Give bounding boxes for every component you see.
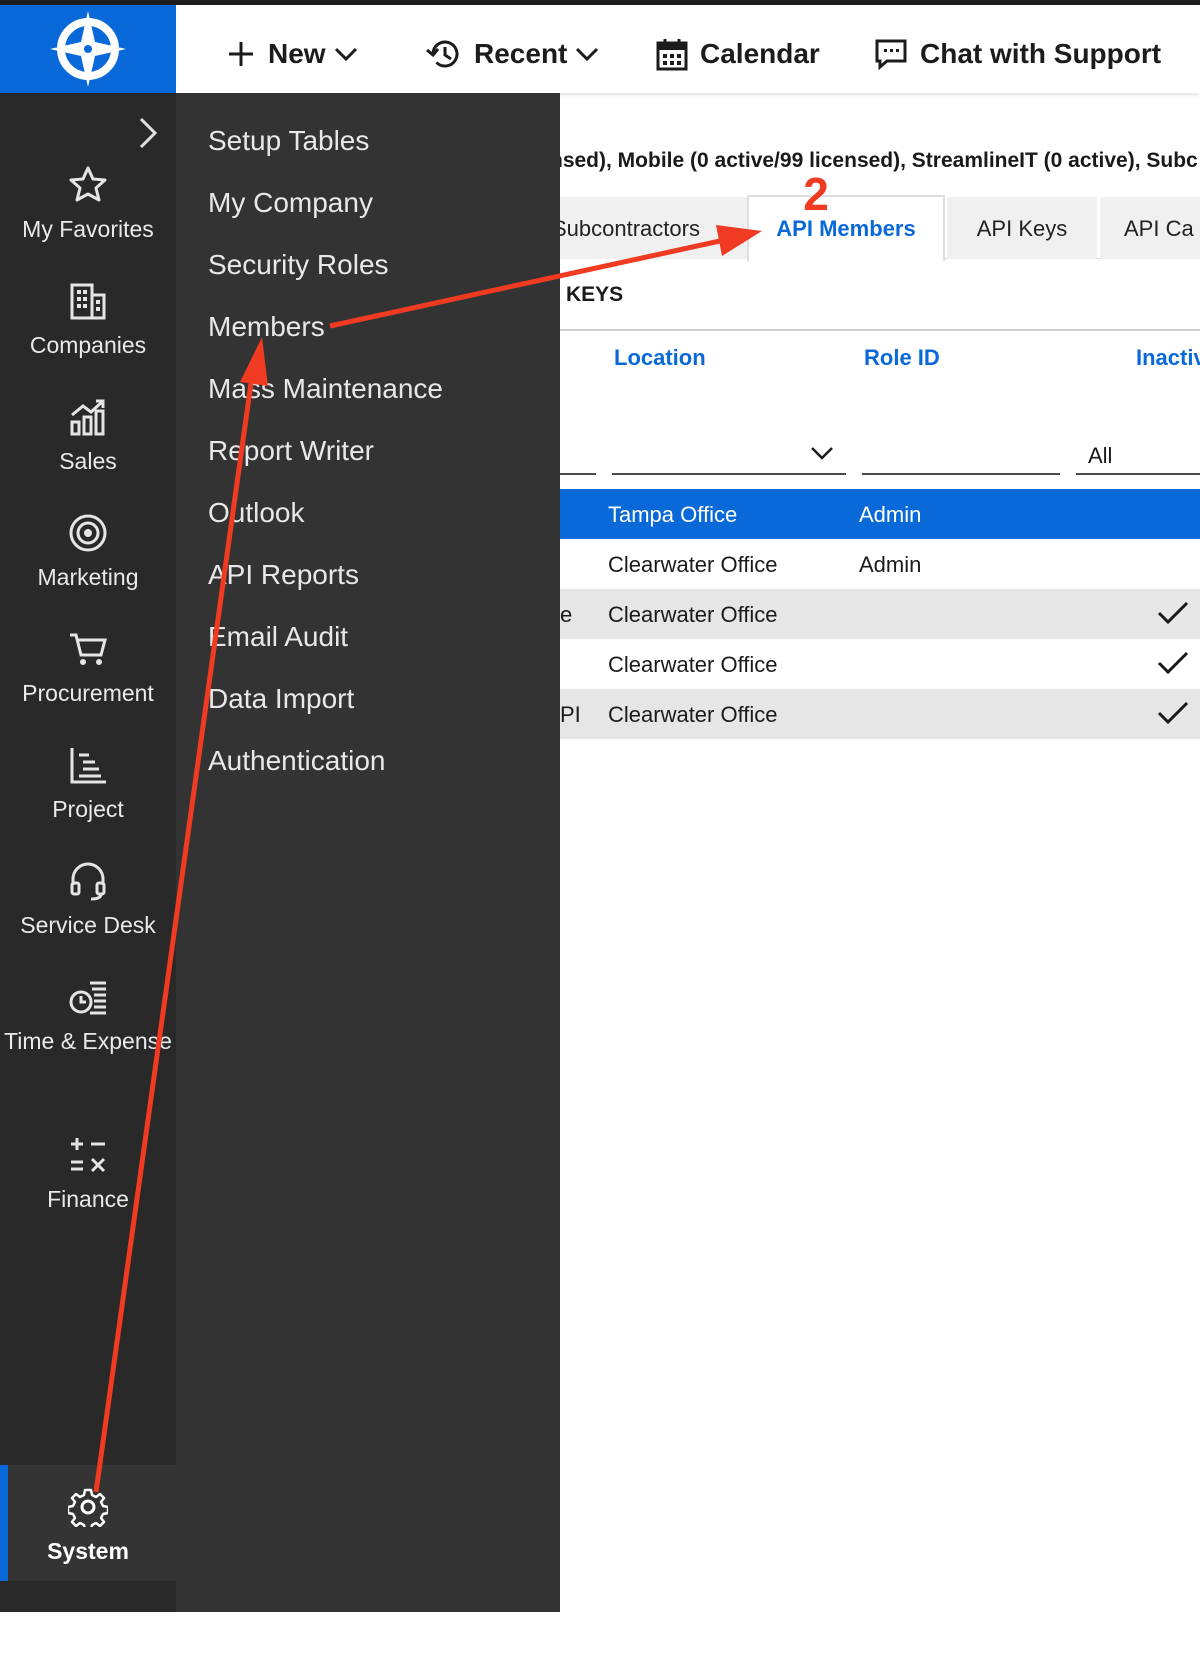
- sidebar-item-system[interactable]: System: [0, 1465, 176, 1581]
- table-cell-location: Tampa Office: [608, 502, 738, 527]
- table-cell: e: [560, 602, 573, 627]
- target-icon: [69, 514, 107, 552]
- menu-item-my-company[interactable]: My Company: [208, 183, 373, 223]
- chevron-down-icon: [811, 447, 833, 460]
- main-content: nsed), Mobile (0 active/99 licensed), St…: [560, 93, 1200, 1612]
- time-expense-icon: [69, 981, 106, 1015]
- sales-chart-icon: [70, 399, 105, 436]
- cart-icon: [70, 633, 107, 665]
- tab-bar: Subcontractors API Members API Keys API …: [560, 195, 1200, 261]
- recent-label: Recent: [474, 38, 568, 69]
- menu-item-setup-tables[interactable]: Setup Tables: [208, 121, 369, 161]
- table-row[interactable]: Clearwater Office: [560, 639, 1200, 689]
- table-cell-location: Clearwater Office: [608, 652, 778, 677]
- sidebar-item-procurement[interactable]: Procurement: [0, 629, 176, 709]
- calendar-icon: [656, 39, 688, 71]
- sidebar-item-label: Time & Expense: [4, 1028, 172, 1054]
- tab-api-members[interactable]: API Members: [747, 195, 945, 261]
- menu-item-outlook[interactable]: Outlook: [208, 493, 305, 533]
- sidebar-item-label: Finance: [47, 1186, 129, 1212]
- sidebar-item-my-favorites[interactable]: My Favorites: [0, 165, 176, 245]
- table-row[interactable]: Clearwater Office Admin: [560, 539, 1200, 589]
- chevron-right-icon: [139, 117, 158, 149]
- section-divider: [560, 329, 1200, 331]
- menu-item-mass-maintenance[interactable]: Mass Maintenance: [208, 369, 443, 409]
- chevron-down-icon: [334, 47, 357, 62]
- headset-icon: [70, 862, 106, 901]
- tab-api-keys[interactable]: API Keys: [947, 197, 1097, 259]
- table-row[interactable]: PI Clearwater Office: [560, 689, 1200, 739]
- star-icon: [69, 166, 107, 202]
- filter-field[interactable]: [560, 433, 596, 475]
- column-header-inactive[interactable]: Inactiv: [1136, 345, 1200, 371]
- license-summary: nsed), Mobile (0 active/99 licensed), St…: [560, 149, 1198, 172]
- tab-api-ca[interactable]: API Ca: [1100, 197, 1200, 259]
- table-cell-role-id: Admin: [859, 552, 922, 577]
- table-cell-role-id: Admin: [859, 502, 922, 527]
- chat-icon: [875, 39, 907, 71]
- system-flyout-menu: Setup Tables My Company Security Roles M…: [176, 93, 560, 1612]
- section-title: KEYS: [566, 283, 624, 306]
- inactive-filter-value: All: [1088, 443, 1113, 468]
- recent-menu-button[interactable]: Recent: [424, 25, 599, 83]
- sidebar-item-label: Companies: [29, 332, 147, 358]
- sidebar-item-label: Service Desk: [20, 912, 156, 938]
- sidebar-item-finance[interactable]: Finance: [0, 1135, 176, 1215]
- menu-item-security-roles[interactable]: Security Roles: [208, 245, 389, 285]
- finance-icon: [71, 1138, 106, 1173]
- calendar-label: Calendar: [700, 38, 820, 69]
- menu-item-report-writer[interactable]: Report Writer: [208, 431, 374, 471]
- active-indicator: [0, 1465, 8, 1581]
- sidebar-item-label: Sales: [59, 448, 117, 474]
- menu-item-data-import[interactable]: Data Import: [208, 679, 354, 719]
- menu-item-authentication[interactable]: Authentication: [208, 741, 385, 781]
- project-icon: [70, 748, 106, 784]
- menu-item-api-reports[interactable]: API Reports: [208, 555, 359, 595]
- expand-nav-button[interactable]: [133, 113, 163, 153]
- chevron-down-icon: [576, 47, 599, 62]
- building-icon: [70, 283, 106, 320]
- app-logo[interactable]: [0, 5, 176, 93]
- menu-item-members[interactable]: Members: [208, 307, 325, 347]
- calendar-button[interactable]: Calendar: [656, 25, 820, 83]
- left-navigation: My Favorites Companies Sales Marketing P…: [0, 93, 176, 1612]
- sidebar-item-project[interactable]: Project: [0, 745, 176, 825]
- column-header-location[interactable]: Location: [614, 345, 706, 371]
- top-bar: New Recent Calendar Chat with Support: [0, 0, 1200, 93]
- checkmark-icon: [1157, 701, 1189, 725]
- filter-row: All: [560, 393, 1200, 483]
- location-filter-select[interactable]: [612, 433, 846, 475]
- chat-support-button[interactable]: Chat with Support: [874, 25, 1161, 83]
- table-cell: PI: [560, 702, 581, 727]
- sidebar-item-label: My Favorites: [22, 216, 154, 242]
- sidebar-item-sales[interactable]: Sales: [0, 397, 176, 477]
- inactive-filter-select[interactable]: All: [1076, 433, 1200, 475]
- table-cell-location: Clearwater Office: [608, 702, 778, 727]
- sidebar-item-label: Marketing: [37, 564, 139, 590]
- plus-icon: [229, 42, 253, 66]
- column-header-role-id[interactable]: Role ID: [864, 345, 940, 371]
- sidebar-item-time-expense[interactable]: Time & Expense: [0, 977, 176, 1057]
- table-cell-location: Clearwater Office: [608, 602, 778, 627]
- checkmark-icon: [1157, 601, 1189, 625]
- role-id-filter-field[interactable]: [862, 433, 1060, 475]
- gear-icon: [68, 1488, 108, 1527]
- sidebar-item-label: Project: [52, 796, 124, 822]
- table-row[interactable]: e Clearwater Office: [560, 589, 1200, 639]
- sidebar-item-label: System: [47, 1538, 129, 1564]
- sidebar-item-companies[interactable]: Companies: [0, 281, 176, 361]
- checkmark-icon: [1157, 651, 1189, 675]
- new-label: New: [268, 38, 326, 69]
- history-icon: [426, 40, 459, 68]
- menu-item-email-audit[interactable]: Email Audit: [208, 617, 348, 657]
- compass-logo-icon: [50, 11, 126, 87]
- tab-subcontractors[interactable]: Subcontractors: [560, 197, 747, 259]
- sidebar-item-marketing[interactable]: Marketing: [0, 513, 176, 593]
- sidebar-item-label: Procurement: [22, 680, 154, 706]
- table-row[interactable]: Tampa Office Admin: [560, 489, 1200, 539]
- chat-support-label: Chat with Support: [920, 38, 1162, 69]
- sidebar-item-service-desk[interactable]: Service Desk: [0, 861, 176, 941]
- new-menu-button[interactable]: New: [226, 25, 358, 83]
- table-cell-location: Clearwater Office: [608, 552, 778, 577]
